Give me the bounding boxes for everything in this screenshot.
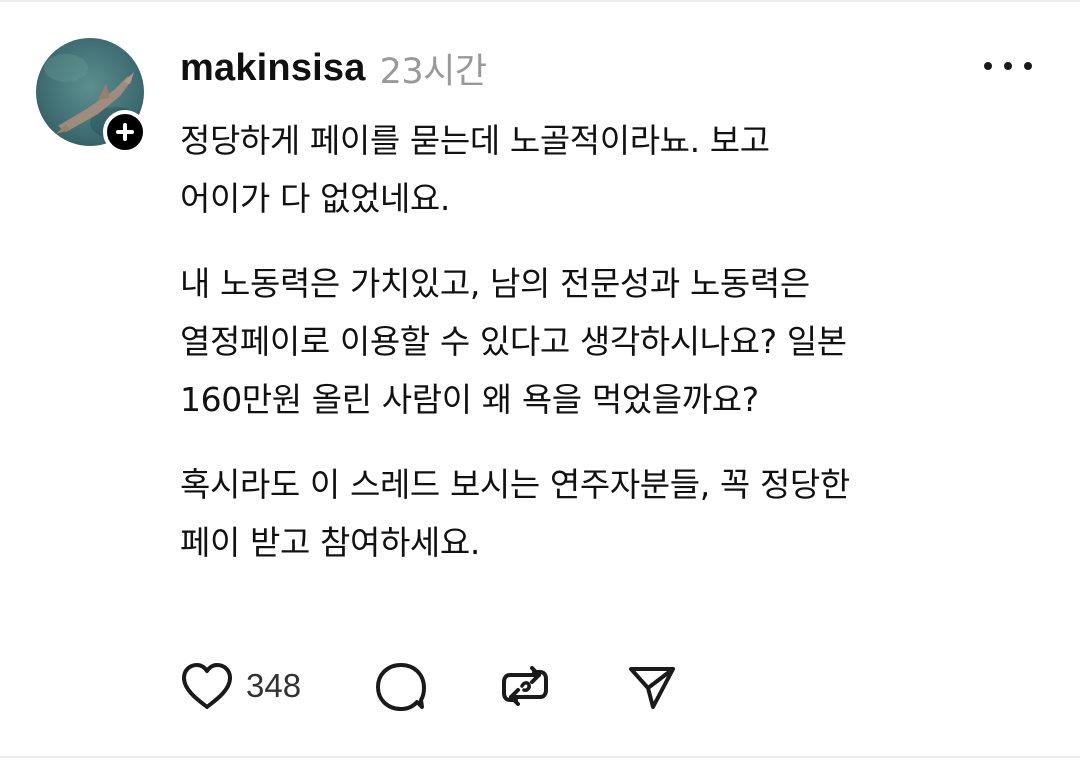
post-line: 열정페이로 이용할 수 있다고 생각하시나요? 일본 [180, 322, 847, 361]
bottom-divider [0, 756, 1080, 758]
post-paragraph: 정당하게 페이를 묻는데 노골적이라뇨. 보고 어이가 다 없었네요. [180, 112, 1050, 228]
post-line: 혹시라도 이 스레드 보시는 연주자분들, 꼭 정당한 [180, 465, 850, 504]
repost-icon [502, 666, 549, 706]
post-paragraph: 내 노동력은 가치있고, 남의 전문성과 노동력은 열정페이로 이용할 수 있다… [180, 255, 1050, 429]
heart-icon [182, 663, 232, 709]
post-line: 내 노동력은 가치있고, 남의 전문성과 노동력은 [180, 264, 810, 303]
follow-plus-icon[interactable] [103, 110, 147, 154]
username[interactable]: makinsisa [180, 47, 366, 90]
send-icon [629, 667, 676, 709]
more-options-button[interactable] [980, 52, 1036, 80]
post-line: 어이가 다 없었네요. [180, 179, 450, 218]
top-divider [0, 0, 1080, 2]
post-header: makinsisa 23시간 [180, 42, 487, 94]
post-timestamp: 23시간 [379, 51, 487, 92]
post-line: 160만원 올린 사람이 왜 욕을 먹었을까요? [180, 380, 759, 419]
comment-bubble-icon [376, 663, 427, 711]
post-line: 정당하게 페이를 묻는데 노골적이라뇨. 보고 [180, 121, 770, 160]
more-dots-icon [984, 62, 1032, 70]
author-avatar[interactable] [36, 38, 147, 154]
share-button[interactable] [627, 656, 677, 716]
reply-button[interactable] [375, 656, 427, 716]
post-actions: 348 [180, 656, 677, 716]
post-line: 페이 받고 참여하세요. [180, 523, 480, 562]
post-text: 정당하게 페이를 묻는데 노골적이라뇨. 보고 어이가 다 없었네요. 내 노동… [180, 112, 1050, 599]
repost-button[interactable] [499, 656, 551, 716]
like-count: 348 [246, 667, 302, 704]
like-button[interactable]: 348 [180, 656, 301, 716]
post-paragraph: 혹시라도 이 스레드 보시는 연주자분들, 꼭 정당한 페이 받고 참여하세요. [180, 456, 1050, 572]
